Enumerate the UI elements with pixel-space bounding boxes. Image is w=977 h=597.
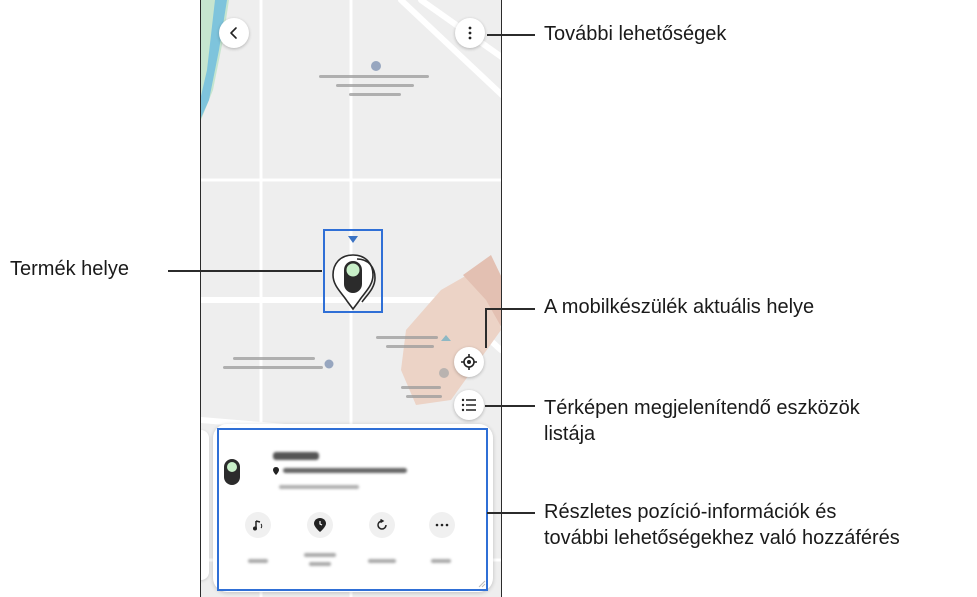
device-update-time-blurred [279,485,359,489]
callout-device-list-line1: Térképen megjelenítendő eszközök [544,397,860,419]
chevron-left-icon [230,27,237,39]
more-label-blurred [431,559,451,563]
back-button[interactable] [219,18,249,48]
callout-line-device-list [485,405,535,407]
horizontal-dots-icon [435,523,449,527]
music-note-icon [253,520,263,531]
vertical-dots-icon [468,26,472,40]
more-actions-button[interactable] [429,512,455,538]
ring-button[interactable] [245,512,271,538]
ring-label-blurred [248,559,268,563]
product-location-marker[interactable] [323,229,383,313]
callout-line-mobile-location [485,308,535,310]
side-card-left [201,430,209,580]
resize-handle-icon [478,580,486,588]
device-address-blurred [283,468,407,473]
callout-line-product-location [168,270,322,272]
more-options-button[interactable] [455,18,485,48]
my-location-button[interactable] [454,347,484,377]
device-name-blurred [273,452,319,460]
smarttag-icon [224,459,240,485]
device-list-button[interactable] [454,390,484,420]
refresh-button[interactable] [369,512,395,538]
callout-line-details [487,512,535,514]
callout-line-mobile-location-vertical [485,308,487,348]
callout-line-more-options [487,34,535,36]
location-history-button[interactable] [307,512,333,538]
location-history-icon [314,518,326,532]
phone-screen [200,0,502,597]
callout-details-line1: Részletes pozíció-információk és [544,501,837,523]
pin-icon [273,467,279,475]
crosshair-location-icon [461,354,477,370]
callout-product-location: Termék helye [10,258,129,280]
callout-details-line2: további lehetőségekhez való hozzáférés [544,527,900,549]
highlight-frame [217,428,488,591]
refresh-label-blurred [368,559,396,563]
list-icon [461,398,476,412]
history-label-blurred-2 [309,562,331,566]
smarttag-pin-icon [332,236,376,311]
refresh-icon [377,519,387,530]
callout-mobile-location: A mobilkészülék aktuális helye [544,296,815,318]
callout-device-list-line2: listája [544,423,596,445]
history-label-blurred [304,553,336,557]
callout-more-options: További lehetőségek [544,23,727,45]
